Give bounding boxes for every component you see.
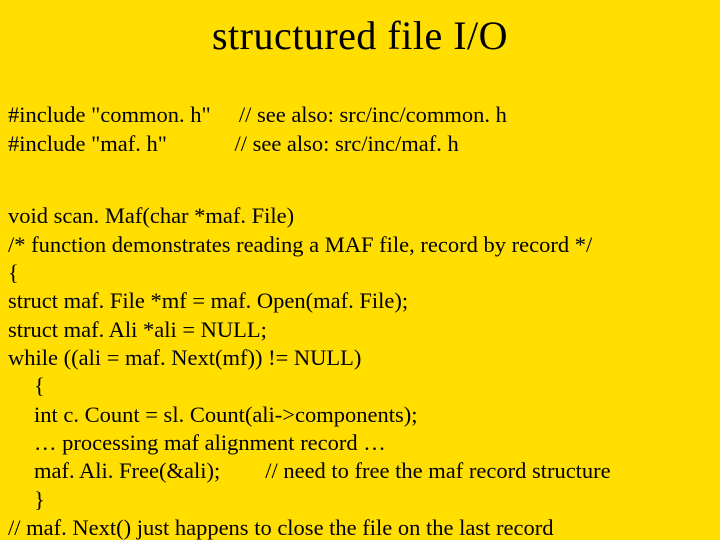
comment: // see also: src/inc/maf. h (234, 131, 458, 156)
blank-line (8, 158, 712, 174)
code-line: struct maf. File *mf = maf. Open(maf. Fi… (8, 288, 408, 313)
slide-title: structured file I/O (8, 12, 712, 59)
code-line: while ((ali = maf. Next(mf)) != NULL) (8, 345, 361, 370)
code-line: /* function demonstrates reading a MAF f… (8, 232, 592, 257)
comment: // see also: src/inc/common. h (239, 102, 507, 127)
code-line: #include "maf. h" // see also: src/inc/m… (8, 131, 459, 156)
code-line: } (8, 487, 45, 512)
code-line: { (8, 373, 45, 398)
call-expr: maf. Ali. Free(&ali); (34, 458, 220, 483)
code-line: struct maf. Ali *ali = NULL; (8, 317, 267, 342)
slide: structured file I/O #include "common. h"… (0, 0, 720, 540)
code-block: #include "common. h" // see also: src/in… (8, 73, 712, 540)
code-line: void scan. Maf(char *maf. File) (8, 203, 294, 228)
code-line: #include "common. h" // see also: src/in… (8, 102, 507, 127)
include-directive: #include "common. h" (8, 102, 211, 127)
include-directive: #include "maf. h" (8, 131, 167, 156)
code-line: // maf. Next() just happens to close the… (8, 515, 553, 540)
code-line: { (8, 260, 19, 285)
code-line: int c. Count = sl. Count(ali->components… (8, 402, 417, 427)
code-line: … processing maf alignment record … (8, 430, 386, 455)
comment: // need to free the maf record structure (265, 458, 610, 483)
code-line: maf. Ali. Free(&ali); // need to free th… (8, 458, 611, 483)
